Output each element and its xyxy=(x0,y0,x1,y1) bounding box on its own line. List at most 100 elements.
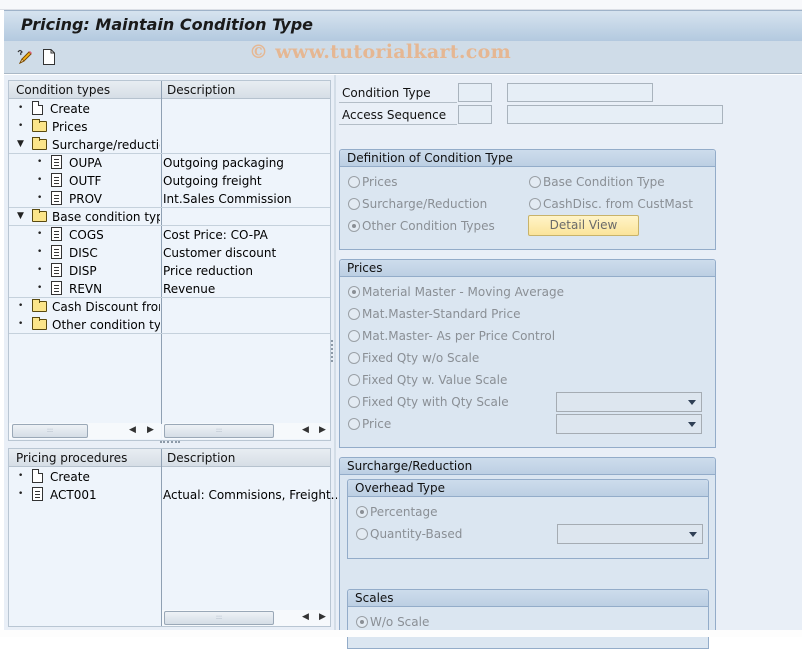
scroll-thumb[interactable]: ::: xyxy=(164,424,274,438)
horizontal-scrollbar-col1[interactable]: ::: ◀ ▶ xyxy=(9,423,161,439)
horizontal-scrollbar-col2[interactable]: ::: ◀ ▶ xyxy=(162,423,330,439)
tree-node-label[interactable]: PROV xyxy=(69,192,102,206)
tree-row[interactable]: • Create xyxy=(9,468,330,486)
radio-other-condition-types[interactable]: Other Condition Types xyxy=(348,219,495,233)
tree-row[interactable]: • OUPA Outgoing packaging xyxy=(9,154,330,172)
expand-arrow-icon[interactable]: ▼ xyxy=(17,139,24,149)
horizontal-scrollbar-col2[interactable]: ::: ◀ ▶ xyxy=(162,610,330,626)
radio-fixed-qty-wo-scale[interactable]: Fixed Qty w/o Scale xyxy=(348,351,479,365)
change-display-icon[interactable] xyxy=(16,48,34,66)
tree-node-description: Int.Sales Commission xyxy=(163,192,292,206)
radio-material-master-moving-average[interactable]: Material Master - Moving Average xyxy=(348,285,564,299)
tree-node-label[interactable]: Prices xyxy=(52,120,88,134)
radio-circle-selected[interactable] xyxy=(356,506,368,518)
radio-surcharge-reduction[interactable]: Surcharge/Reduction xyxy=(348,197,487,211)
radio-percentage[interactable]: Percentage xyxy=(356,505,438,519)
scroll-right-arrow[interactable]: ▶ xyxy=(319,425,326,435)
radio-label: Percentage xyxy=(370,505,438,519)
radio-fixed-qty-qty-scale[interactable]: Fixed Qty with Qty Scale xyxy=(348,395,509,409)
condition-type-input[interactable] xyxy=(458,83,492,102)
access-sequence-input[interactable] xyxy=(458,105,492,124)
chevron-down-icon[interactable] xyxy=(688,422,696,427)
radio-label: Prices xyxy=(362,175,398,189)
tree-row[interactable]: • Other condition types xyxy=(9,316,330,334)
radio-prices[interactable]: Prices xyxy=(348,175,398,189)
radio-circle[interactable] xyxy=(356,528,368,540)
radio-mat-master-price-control[interactable]: Mat.Master- As per Price Control xyxy=(348,329,555,343)
tree-node-label[interactable]: Cash Discount from xyxy=(52,300,160,314)
quantity-based-dropdown[interactable] xyxy=(557,524,703,544)
expand-arrow-icon[interactable]: ▼ xyxy=(17,211,24,221)
tree-row[interactable]: ▼ Base condition types xyxy=(9,208,330,226)
radio-base-condition-type[interactable]: Base Condition Type xyxy=(529,175,665,189)
tree-row[interactable]: • Cash Discount from xyxy=(9,298,330,316)
application-toolbar: © www.tutorialkart.com xyxy=(4,41,802,74)
tree-node-label[interactable]: Surcharge/reductions xyxy=(52,138,160,152)
radio-label: Fixed Qty w. Value Scale xyxy=(362,373,508,387)
tree-row[interactable]: • DISP Price reduction xyxy=(9,262,330,280)
tree-node-label[interactable]: DISP xyxy=(69,264,97,278)
scroll-left-arrow[interactable]: ◀ xyxy=(129,425,136,435)
radio-cashdisc-from-custmast[interactable]: CashDisc. from CustMast xyxy=(529,197,693,211)
folder-icon xyxy=(32,317,47,330)
column-header-condition-types[interactable]: Condition types xyxy=(16,83,110,97)
radio-circle[interactable] xyxy=(529,198,541,210)
create-icon[interactable] xyxy=(42,48,60,66)
tree-row[interactable]: • PROV Int.Sales Commission xyxy=(9,190,330,208)
row-separator xyxy=(9,297,330,298)
tree-node-label[interactable]: DISC xyxy=(69,246,98,260)
radio-circle-selected[interactable] xyxy=(348,286,360,298)
tree-node-label[interactable]: Create xyxy=(50,470,90,484)
radio-price[interactable]: Price xyxy=(348,417,391,431)
radio-circle[interactable] xyxy=(348,352,360,364)
tree-node-label[interactable]: Other condition types xyxy=(52,318,160,332)
radio-circle[interactable] xyxy=(348,308,360,320)
radio-fixed-qty-value-scale[interactable]: Fixed Qty w. Value Scale xyxy=(348,373,507,387)
tree-node-label[interactable]: Create xyxy=(50,102,90,116)
tree-node-label[interactable]: OUTF xyxy=(69,174,101,188)
tree-row[interactable]: • COGS Cost Price: CO-PA xyxy=(9,226,330,244)
tree-row[interactable]: • OUTF Outgoing freight xyxy=(9,172,330,190)
tree-row[interactable]: • DISC Customer discount xyxy=(9,244,330,262)
tree-node-label[interactable]: COGS xyxy=(69,228,104,242)
radio-circle[interactable] xyxy=(348,396,360,408)
horizontal-splitter[interactable] xyxy=(160,441,180,443)
scroll-thumb[interactable]: ::: xyxy=(164,611,274,625)
tree-node-label[interactable]: ACT001 xyxy=(50,488,97,502)
tree-node-label[interactable]: Base condition types xyxy=(52,210,160,224)
radio-circle[interactable] xyxy=(348,198,360,210)
radio-circle[interactable] xyxy=(348,374,360,386)
scroll-thumb[interactable]: ::: xyxy=(12,424,88,438)
radio-circle[interactable] xyxy=(529,176,541,188)
tree-node-label[interactable]: OUPA xyxy=(69,156,102,170)
tree-row[interactable]: • Prices xyxy=(9,118,330,136)
document-icon xyxy=(51,281,62,295)
scroll-right-arrow[interactable]: ▶ xyxy=(147,425,154,435)
scroll-right-arrow[interactable]: ▶ xyxy=(319,612,326,622)
radio-wo-scale[interactable]: W/o Scale xyxy=(356,615,429,629)
radio-circle[interactable] xyxy=(348,418,360,430)
radio-label: Fixed Qty w/o Scale xyxy=(362,351,480,365)
tree-row[interactable]: • ACT001 Actual: Commisions, Freight... xyxy=(9,486,342,504)
tree-row[interactable]: • REVN Revenue xyxy=(9,280,330,298)
radio-circle[interactable] xyxy=(348,330,360,342)
price-dropdown[interactable] xyxy=(556,414,702,434)
column-header-pricing-procedures[interactable]: Pricing procedures xyxy=(16,451,127,465)
chevron-down-icon[interactable] xyxy=(689,532,697,537)
radio-circle-selected[interactable] xyxy=(356,616,368,628)
tree-row[interactable]: • Create xyxy=(9,100,330,118)
radio-mat-master-standard-price[interactable]: Mat.Master-Standard Price xyxy=(348,307,520,321)
chevron-down-icon[interactable] xyxy=(688,400,696,405)
column-header-description[interactable]: Description xyxy=(167,451,235,465)
column-header-description[interactable]: Description xyxy=(167,83,235,97)
fixed-qty-scale-dropdown[interactable] xyxy=(556,392,702,412)
radio-circle-selected[interactable] xyxy=(348,220,360,232)
radio-circle[interactable] xyxy=(348,176,360,188)
scroll-left-arrow[interactable]: ◀ xyxy=(302,425,309,435)
detail-view-button[interactable]: Detail View xyxy=(528,215,639,236)
pricing-procedures-tree: Pricing procedures Description • Create • A… xyxy=(8,448,342,627)
scroll-left-arrow[interactable]: ◀ xyxy=(302,612,309,622)
radio-quantity-based[interactable]: Quantity-Based xyxy=(356,527,462,541)
tree-node-label[interactable]: REVN xyxy=(69,282,102,296)
tree-row[interactable]: ▼ Surcharge/reductions xyxy=(9,136,330,154)
